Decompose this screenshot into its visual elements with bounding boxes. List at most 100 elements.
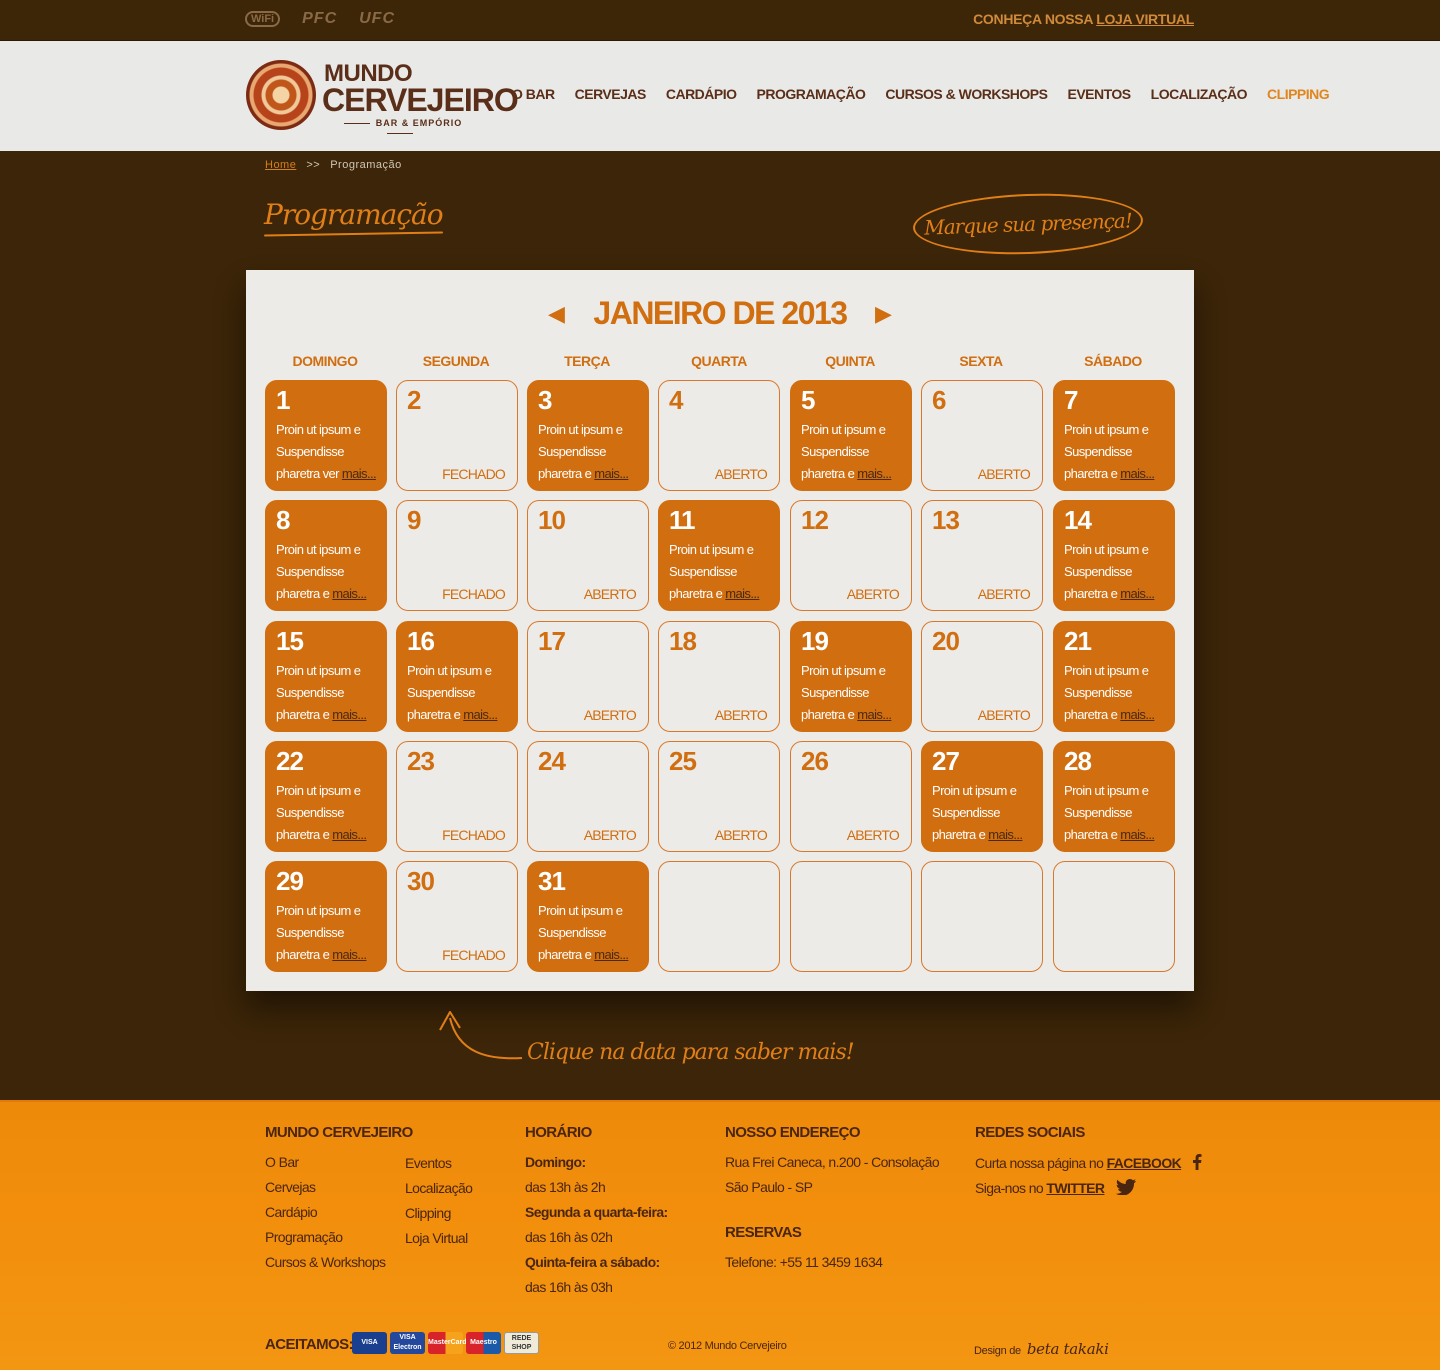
calendar-day-31[interactable]: 31 Proin ut ipsum e Suspendisse pharetra e … — [527, 861, 649, 972]
brand-logo[interactable]: MUNDO CERVEJEIRO BAR & EMPÓRIO — [246, 58, 519, 134]
calendar-day-empty[interactable] — [921, 861, 1043, 972]
event-text-line: pharetra e — [276, 947, 333, 962]
more-link[interactable]: mais... — [594, 947, 629, 962]
calendar-day-11[interactable]: 11 Proin ut ipsum e Suspendisse pharetra e … — [658, 500, 780, 611]
calendar-day-empty[interactable] — [1053, 861, 1175, 972]
calendar-day-24[interactable]: 24 ABERTO — [527, 741, 649, 852]
calendar-day-27[interactable]: 27 Proin ut ipsum e Suspendisse pharetra e … — [921, 741, 1043, 852]
day-number: 27 — [932, 746, 960, 776]
calendar-day-10[interactable]: 10 ABERTO — [527, 500, 649, 611]
calendar-day-22[interactable]: 22 Proin ut ipsum e Suspendisse pharetra e … — [265, 741, 387, 852]
calendar-day-23[interactable]: 23 FECHADO — [396, 741, 518, 852]
breadcrumb-home[interactable]: Home — [265, 159, 296, 171]
more-link[interactable]: mais... — [1120, 466, 1155, 481]
footer-hours-title: HORÁRIO — [525, 1124, 592, 1141]
calendar-day-empty[interactable] — [658, 861, 780, 972]
calendar-day-14[interactable]: 14 Proin ut ipsum e Suspendisse pharetra e … — [1053, 500, 1175, 611]
calendar-day-2[interactable]: 2 FECHADO — [396, 380, 518, 491]
nav-localizacao[interactable]: LOCALIZAÇÃO — [1151, 86, 1248, 102]
more-link[interactable]: mais... — [332, 707, 367, 722]
day-status: ABERTO — [977, 466, 1031, 482]
more-link[interactable]: mais... — [332, 827, 367, 842]
calendar-day-30[interactable]: 30 FECHADO — [396, 861, 518, 972]
calendar-day-8[interactable]: 8 Proin ut ipsum e Suspendisse pharetra e m… — [265, 500, 387, 611]
event-text-line: pharetra e — [932, 827, 989, 842]
day-number: 29 — [276, 866, 304, 896]
calendar: ◀ JANEIRO DE 2013 ▶ DOMINGO SEGUNDA TERÇ… — [246, 270, 1194, 991]
event-text-line: Suspendisse — [276, 444, 344, 459]
more-link[interactable]: mais... — [463, 707, 498, 722]
calendar-day-9[interactable]: 9 FECHADO — [396, 500, 518, 611]
facebook-icon[interactable] — [1192, 1154, 1202, 1170]
event-summary: Proin ut ipsum e Suspendisse pharetra ver … — [276, 419, 382, 485]
calendar-day-3[interactable]: 3 Proin ut ipsum e Suspendisse pharetra e m… — [527, 380, 649, 491]
store-link[interactable]: LOJA VIRTUAL — [1096, 11, 1194, 27]
event-text-line: Proin ut ipsum e — [276, 542, 361, 557]
nav-cardapio[interactable]: CARDÁPIO — [666, 86, 737, 102]
calendar-day-25[interactable]: 25 ABERTO — [658, 741, 780, 852]
calendar-day-28[interactable]: 28 Proin ut ipsum e Suspendisse pharetra e … — [1053, 741, 1175, 852]
footer-link-clipping[interactable]: Clipping — [405, 1205, 451, 1221]
swirl-logo-icon — [246, 60, 316, 130]
main-nav: O BAR CERVEJAS CARDÁPIO PROGRAMAÇÃO CURS… — [512, 86, 1330, 102]
calendar-day-empty[interactable] — [790, 861, 912, 972]
footer-link-o-bar[interactable]: O Bar — [265, 1154, 299, 1170]
calendar-day-15[interactable]: 15 Proin ut ipsum e Suspendisse pharetra e … — [265, 621, 387, 732]
more-link[interactable]: mais... — [725, 586, 760, 601]
facebook-link[interactable]: FACEBOOK — [1107, 1155, 1182, 1171]
calendar-day-17[interactable]: 17 ABERTO — [527, 621, 649, 732]
calendar-day-19[interactable]: 19 Proin ut ipsum e Suspendisse pharetra e … — [790, 621, 912, 732]
calendar-day-13[interactable]: 13 ABERTO — [921, 500, 1043, 611]
more-link[interactable]: mais... — [332, 947, 367, 962]
event-text-line: pharetra ver — [276, 466, 342, 481]
day-number: 26 — [801, 746, 829, 776]
more-link[interactable]: mais... — [857, 466, 892, 481]
day-number: 22 — [276, 746, 304, 776]
calendar-day-7[interactable]: 7 Proin ut ipsum e Suspendisse pharetra e m… — [1053, 380, 1175, 491]
twitter-icon[interactable] — [1115, 1179, 1136, 1196]
nav-eventos[interactable]: EVENTOS — [1067, 86, 1131, 102]
event-text-line: pharetra e — [407, 707, 464, 722]
nav-clipping[interactable]: CLIPPING — [1267, 86, 1330, 102]
footer-link-eventos[interactable]: Eventos — [405, 1155, 452, 1171]
twitter-link[interactable]: TWITTER — [1046, 1180, 1105, 1196]
day-number: 13 — [932, 505, 960, 535]
nav-cursos-workshops[interactable]: CURSOS & WORKSHOPS — [885, 86, 1048, 102]
calendar-day-4[interactable]: 4 ABERTO — [658, 380, 780, 491]
footer-link-cardapio[interactable]: Cardápio — [265, 1204, 318, 1220]
footer-link-cursos[interactable]: Cursos & Workshops — [265, 1254, 386, 1270]
calendar-day-20[interactable]: 20 ABERTO — [921, 621, 1043, 732]
day-status: FECHADO — [442, 586, 506, 602]
nav-o-bar[interactable]: O BAR — [512, 86, 555, 102]
footer-link-loja-virtual[interactable]: Loja Virtual — [405, 1230, 468, 1246]
footer-link-localizacao[interactable]: Localização — [405, 1180, 473, 1196]
calendar-day-12[interactable]: 12 ABERTO — [790, 500, 912, 611]
more-link[interactable]: mais... — [594, 466, 629, 481]
designer-signature[interactable]: beta takaki — [1027, 1340, 1109, 1358]
payment-cards: VISA VISA Electron MasterCard Maestro RE… — [352, 1332, 539, 1354]
mark-presence-button[interactable]: Marque sua presença! — [912, 190, 1144, 258]
nav-cervejas[interactable]: CERVEJAS — [575, 86, 647, 102]
calendar-day-29[interactable]: 29 Proin ut ipsum e Suspendisse pharetra e … — [265, 861, 387, 972]
calendar-day-5[interactable]: 5 Proin ut ipsum e Suspendisse pharetra e m… — [790, 380, 912, 491]
more-link[interactable]: mais... — [1120, 827, 1155, 842]
more-link[interactable]: mais... — [988, 827, 1023, 842]
calendar-day-16[interactable]: 16 Proin ut ipsum e Suspendisse pharetra e … — [396, 621, 518, 732]
more-link[interactable]: mais... — [332, 586, 367, 601]
more-link[interactable]: mais... — [342, 466, 377, 481]
nav-programacao[interactable]: PROGRAMAÇÃO — [757, 86, 866, 102]
breadcrumb: Home >> Programação — [265, 159, 402, 171]
calendar-day-21[interactable]: 21 Proin ut ipsum e Suspendisse pharetra e … — [1053, 621, 1175, 732]
more-link[interactable]: mais... — [857, 707, 892, 722]
event-text-line: Proin ut ipsum e — [407, 663, 492, 678]
calendar-day-18[interactable]: 18 ABERTO — [658, 621, 780, 732]
calendar-day-6[interactable]: 6 ABERTO — [921, 380, 1043, 491]
calendar-day-1[interactable]: 1 Proin ut ipsum e Suspendisse pharetra ver… — [265, 380, 387, 491]
more-link[interactable]: mais... — [1120, 707, 1155, 722]
event-text-line: Suspendisse — [276, 805, 344, 820]
more-link[interactable]: mais... — [1120, 586, 1155, 601]
day-status: FECHADO — [442, 827, 506, 843]
footer-link-cervejas[interactable]: Cervejas — [265, 1179, 316, 1195]
calendar-day-26[interactable]: 26 ABERTO — [790, 741, 912, 852]
footer-link-programacao[interactable]: Programação — [265, 1229, 343, 1245]
